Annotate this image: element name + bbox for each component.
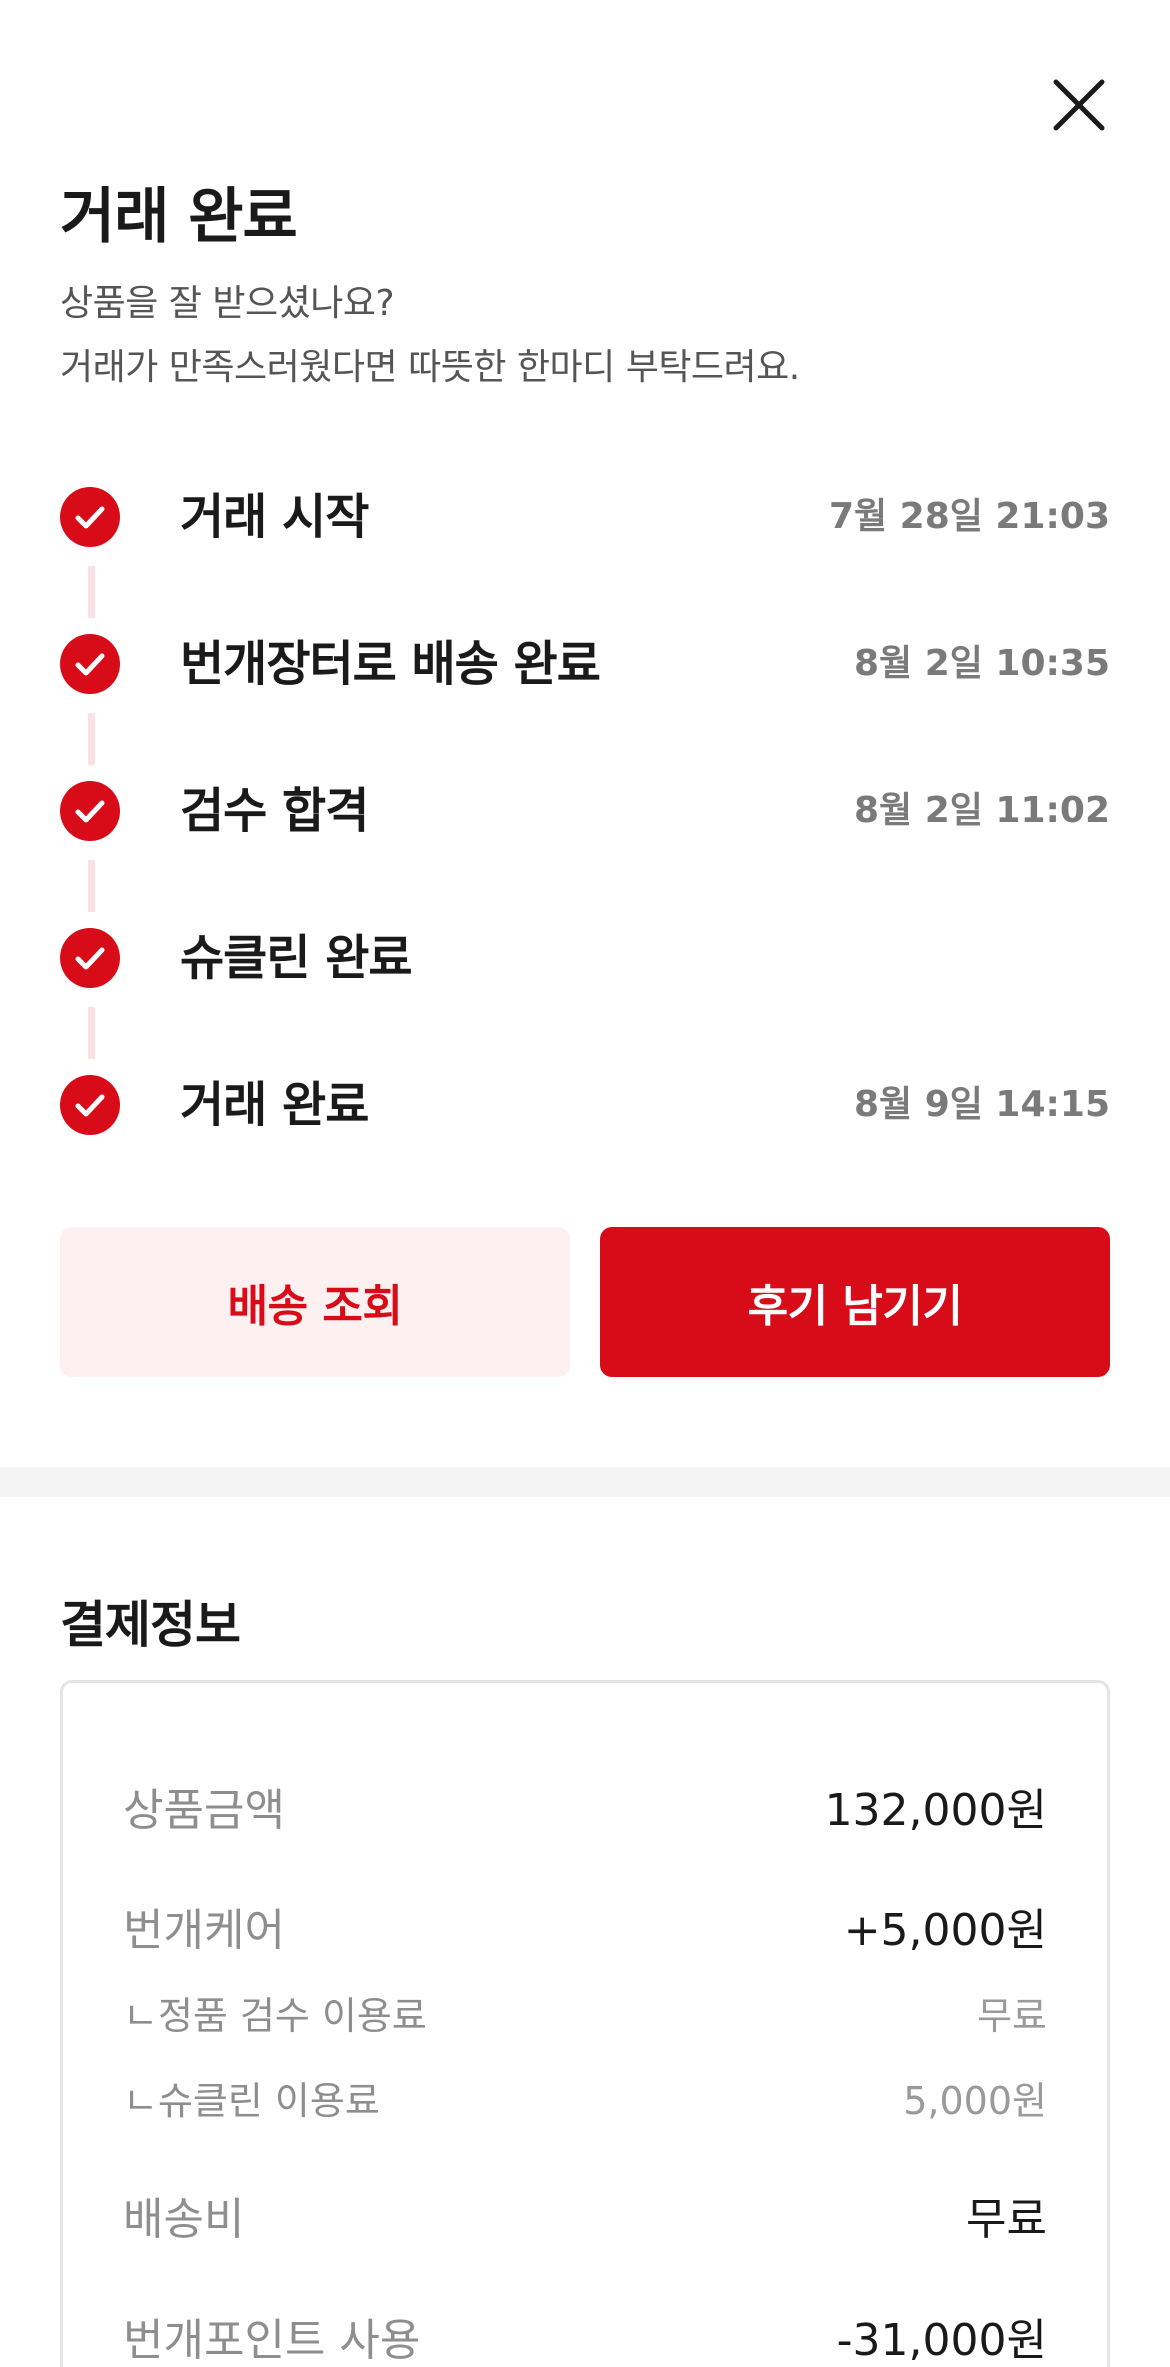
- payment-row-value: +5,000원: [843, 1905, 1047, 1956]
- payment-row-label: 번개케어: [123, 1905, 285, 1956]
- payment-row-shipping: 배송비 무료: [123, 2185, 1047, 2245]
- payment-info-card: 상품금액 132,000원 번개케어 +5,000원 ㄴ정품 검수 이용료 무료…: [60, 1680, 1110, 2367]
- track-shipping-button[interactable]: 배송 조회: [60, 1227, 570, 1377]
- write-review-button[interactable]: 후기 남기기: [600, 1227, 1110, 1377]
- page-title: 거래 완료: [60, 182, 298, 252]
- payment-row-value: 132,000원: [824, 1785, 1047, 1836]
- check-icon: [60, 928, 120, 988]
- payment-row-inspection-fee: ㄴ정품 검수 이용료 무료: [123, 1987, 1047, 2038]
- payment-row-label: 상품금액: [123, 1785, 285, 1836]
- timeline-connector: [88, 566, 95, 618]
- payment-row-points: 번개포인트 사용 -31,000원: [123, 2306, 1047, 2366]
- payment-row-item-price: 상품금액 132,000원: [123, 1776, 1047, 1836]
- timeline-connector: [88, 713, 95, 765]
- section-divider: [0, 1467, 1170, 1497]
- step-time: 8월 9일 14:15: [854, 1084, 1110, 1125]
- step-label: 검수 합격: [180, 783, 369, 839]
- timeline-step-cleaning: 슈클린 완료: [60, 928, 1110, 988]
- timeline-connector: [88, 860, 95, 912]
- payment-row-label: 배송비: [123, 2194, 245, 2245]
- payment-row-value: 5,000원: [903, 2078, 1047, 2123]
- payment-row-label: 번개포인트 사용: [123, 2315, 421, 2366]
- page-subtitle: 상품을 잘 받으셨나요? 거래가 만족스러웠다면 따뜻한 한마디 부탁드려요.: [60, 272, 800, 400]
- payment-row-value: 무료: [977, 1993, 1047, 2038]
- check-icon: [60, 781, 120, 841]
- timeline-step-inspection: 검수 합격 8월 2일 11:02: [60, 781, 1110, 841]
- timeline-step-complete: 거래 완료 8월 9일 14:15: [60, 1075, 1110, 1135]
- step-label: 거래 완료: [180, 1077, 369, 1133]
- close-button[interactable]: [1046, 72, 1112, 138]
- step-time: 8월 2일 10:35: [854, 643, 1110, 684]
- timeline-step-start: 거래 시작 7월 28일 21:03: [60, 487, 1110, 547]
- payment-row-value: -31,000원: [836, 2315, 1047, 2366]
- step-time: 7월 28일 21:03: [828, 496, 1110, 537]
- payment-section-title: 결제정보: [60, 1596, 241, 1654]
- payment-row-cleaning-fee: ㄴ슈클린 이용료 5,000원: [123, 2072, 1047, 2123]
- step-label: 거래 시작: [180, 489, 369, 545]
- step-label: 슈클린 완료: [180, 930, 413, 986]
- subtitle-line-1: 상품을 잘 받으셨나요?: [60, 283, 395, 324]
- step-label: 번개장터로 배송 완료: [180, 636, 601, 692]
- step-time: 8월 2일 11:02: [854, 790, 1110, 831]
- payment-row-care: 번개케어 +5,000원: [123, 1896, 1047, 1956]
- check-icon: [60, 634, 120, 694]
- timeline-connector: [88, 1007, 95, 1059]
- check-icon: [60, 487, 120, 547]
- subtitle-line-2: 거래가 만족스러웠다면 따뜻한 한마디 부탁드려요.: [60, 347, 800, 388]
- check-icon: [60, 1075, 120, 1135]
- payment-row-label: ㄴ슈클린 이용료: [123, 2078, 380, 2123]
- payment-row-label: ㄴ정품 검수 이용료: [123, 1993, 427, 2038]
- timeline-step-delivered: 번개장터로 배송 완료 8월 2일 10:35: [60, 634, 1110, 694]
- close-icon: [1053, 79, 1105, 131]
- payment-row-value: 무료: [966, 2194, 1047, 2245]
